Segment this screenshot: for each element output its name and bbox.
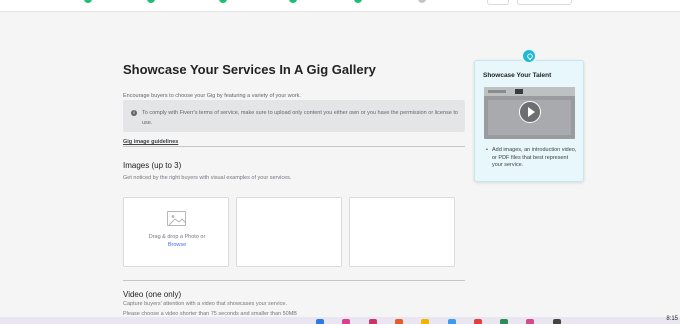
step-complete-icon [147,0,155,3]
info-icon: i [131,110,137,116]
video-section-title: Video (one only) [123,290,182,299]
drag-drop-text: Drag & drop a Photo or [148,234,206,240]
taskbar-app-icon[interactable] [526,319,534,324]
save-continue-button[interactable] [517,0,572,5]
taskbar-app-icon[interactable] [342,319,350,324]
play-icon[interactable] [519,101,541,123]
step-complete-icon [354,0,362,3]
taskbar-app-icon[interactable] [474,319,482,324]
taskbar-app-icon[interactable] [395,319,403,324]
bullet-icon: • [486,147,488,153]
help-card-title: Showcase Your Talent [483,72,552,79]
divider [123,280,465,281]
step-pending-icon [418,0,426,3]
taskbar-app-icon[interactable] [500,319,508,324]
image-upload-slot-1[interactable]: Drag & drop a Photo or Browse [123,197,229,267]
taskbar-app-icon[interactable] [421,319,429,324]
image-placeholder-icon [167,211,187,226]
image-upload-slot-2[interactable] [236,197,342,267]
step-complete-icon [84,0,92,3]
clock: 8:15 [666,316,678,322]
image-upload-slot-3[interactable] [349,197,455,267]
divider [123,146,465,147]
step-complete-icon [219,0,227,3]
terms-notice: i To comply with Fiverr's terms of servi… [123,100,465,132]
windows-icon[interactable] [316,319,324,324]
images-section-title: Images (up to 3) [123,161,182,170]
page-subtitle: Encourage buyers to choose your Gig by f… [123,93,301,99]
step-complete-icon [289,0,297,3]
video-section-subtitle: Capture buyers' attention with a video t… [123,301,287,307]
notice-text: To comply with Fiverr's terms of service… [142,110,458,126]
gig-image-guidelines-link[interactable]: Gig image guidelines [123,139,178,145]
thumbnail-block [515,89,523,94]
browse-link[interactable]: Browse [124,242,230,248]
taskbar-app-icon[interactable] [553,319,561,324]
lightbulb-icon [521,48,537,64]
video-requirements-note: Please choose a video shorter than 75 se… [123,311,297,315]
top-progress-bar [0,0,680,12]
showcase-talent-card: Showcase Your Talent • Add images, an in… [474,60,584,182]
images-section-subtitle: Get noticed by the right buyers with vis… [123,175,292,181]
help-bullet-text: Add images, an introduction video, or PD… [492,147,577,168]
taskbar-app-icon[interactable] [369,319,377,324]
thumbnail-bar [488,90,506,93]
back-button[interactable] [487,0,509,5]
page-title: Showcase Your Services In A Gig Gallery [123,62,376,77]
tutorial-video-thumbnail[interactable] [484,87,575,139]
os-taskbar: 8:15 [0,316,680,324]
taskbar-app-icon[interactable] [448,319,456,324]
